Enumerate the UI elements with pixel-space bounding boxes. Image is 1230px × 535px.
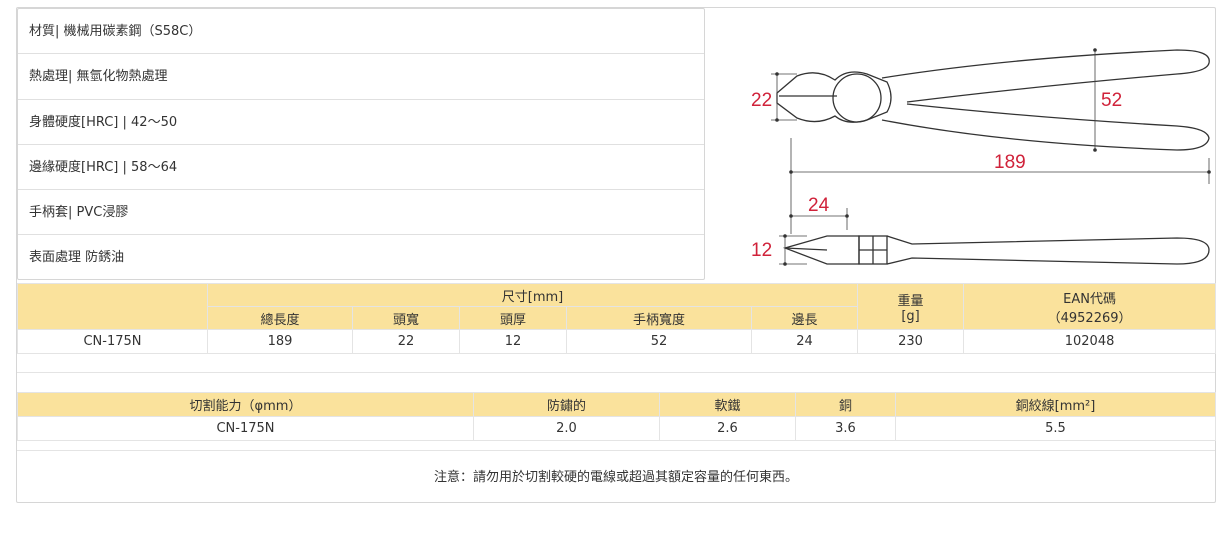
cell-ean: 102048 xyxy=(963,329,1217,354)
size-group-header: 尺寸[mm] xyxy=(206,283,859,307)
dimensions-table: 尺寸[mm] 重量 [g] EAN代碼 （4952269） 總長度 頭寬 頭厚 … xyxy=(17,283,1217,354)
cutting-capacity-table: 切割能力（φmm） 防鏽的 軟鐵 銅 銅絞線[mm²] CN-175N 2.0 … xyxy=(17,392,1216,441)
model-header-empty xyxy=(17,283,208,330)
spec-edge-hardness: 邊緣硬度[HRC] | 58～64 xyxy=(18,145,704,191)
cell-total-length: 189 xyxy=(207,329,353,354)
spec-surface-treatment: 表面處理 防銹油 xyxy=(29,250,125,266)
ean-header-prefix: （4952269） xyxy=(1047,310,1132,326)
col-copper: 銅 xyxy=(795,392,896,417)
col-soft-iron: 軟鐵 xyxy=(659,392,796,417)
ean-header-label: EAN代碼 xyxy=(1063,291,1116,307)
weight-header-label: 重量 xyxy=(897,293,924,309)
cell-stranded-copper: 5.5 xyxy=(895,416,1216,441)
cell-edge-length: 24 xyxy=(750,329,859,354)
table-row: CN-175N 2.0 2.6 3.6 5.5 xyxy=(17,416,1216,441)
weight-header: 重量 [g] xyxy=(857,283,965,330)
dim-label-edge-length: 24 xyxy=(808,195,830,216)
product-spec-panel: 材質| 機械用碳素鋼（S58C） 熱處理| 無氫化物熱處理 身體硬度[HRC] … xyxy=(16,7,1217,504)
cell-handle-width: 52 xyxy=(566,329,752,354)
table-row: CN-175N 189 22 12 52 24 230 102048 xyxy=(17,329,1217,354)
material-spec-list: 材質| 機械用碳素鋼（S58C） 熱處理| 無氫化物熱處理 身體硬度[HRC] … xyxy=(17,8,705,280)
ean-header: EAN代碼 （4952269） xyxy=(963,283,1217,330)
spec-handle-cover: 手柄套| PVC浸膠 xyxy=(18,190,704,236)
cell-model: CN-175N xyxy=(17,416,474,441)
col-stranded-copper: 銅絞線[mm²] xyxy=(895,392,1216,417)
spec-body-hardness: 身體硬度[HRC] | 42～50 xyxy=(18,100,704,145)
pliers-drawing-svg: 22 52 189 24 12 xyxy=(751,48,1211,266)
col-handle-width: 手柄寬度 xyxy=(566,306,752,330)
dim-label-head-thickness: 12 xyxy=(751,240,772,261)
dim-label-total-length: 189 xyxy=(994,152,1026,173)
cell-soft-iron: 2.6 xyxy=(659,416,796,441)
cell-piano-wire: 2.0 xyxy=(473,416,660,441)
cell-head-thickness: 12 xyxy=(459,329,567,354)
col-edge-length: 邊長 xyxy=(750,306,859,330)
usage-warning-note: 注意：請勿用於切割較硬的電線或超過其額定容量的任何東西。 xyxy=(17,450,1215,504)
col-total-length: 總長度 xyxy=(207,306,353,330)
dim-label-handle-width: 52 xyxy=(1101,90,1122,111)
col-head-thickness: 頭厚 xyxy=(459,306,567,330)
dim-label-head-width: 22 xyxy=(751,90,772,111)
table-gap xyxy=(17,372,1215,390)
cell-copper: 3.6 xyxy=(795,416,896,441)
cell-model: CN-175N xyxy=(17,329,208,354)
col-piano-wire: 防鏽的 xyxy=(473,392,660,417)
spec-heat-treatment: 熱處理| 無氫化物熱處理 xyxy=(18,54,704,100)
cell-weight: 230 xyxy=(857,329,965,354)
weight-header-unit: [g] xyxy=(901,308,920,324)
cell-head-width: 22 xyxy=(352,329,460,354)
spec-material: 材質| 機械用碳素鋼（S58C） xyxy=(18,9,704,55)
col-cutting-capacity: 切割能力（φmm） xyxy=(17,392,474,417)
pliers-dimension-drawing: 22 52 189 24 12 xyxy=(707,8,1215,280)
col-head-width: 頭寬 xyxy=(352,306,460,330)
